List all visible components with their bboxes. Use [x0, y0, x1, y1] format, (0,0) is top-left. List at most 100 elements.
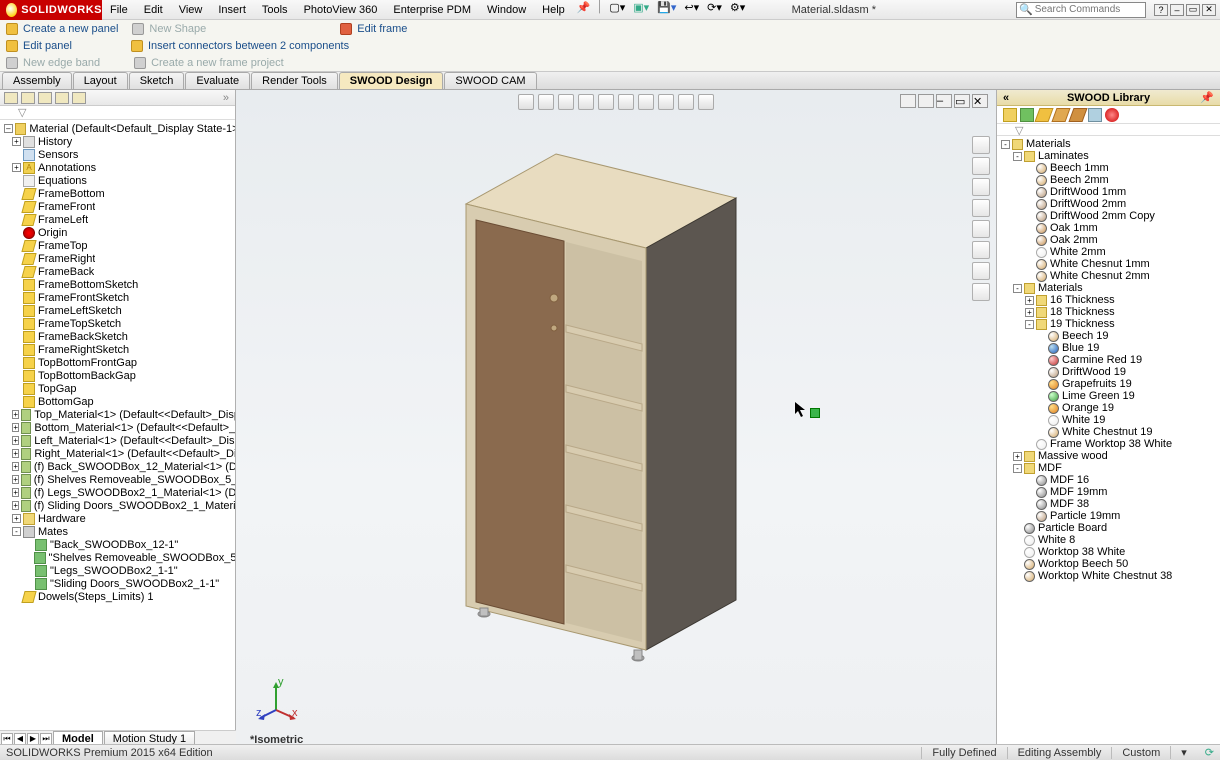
menu-edit[interactable]: Edit	[136, 1, 171, 19]
menu-tools[interactable]: Tools	[254, 1, 296, 19]
menu-window[interactable]: Window	[479, 1, 534, 19]
zoom-area-icon[interactable]	[538, 94, 554, 110]
prev-view-icon[interactable]	[558, 94, 574, 110]
lib-item[interactable]: White 8	[999, 534, 1220, 546]
fm-tab-3[interactable]	[38, 92, 52, 104]
display-style-icon[interactable]	[618, 94, 634, 110]
pin-icon[interactable]: 📌	[1200, 91, 1214, 104]
qa-print-icon[interactable]: ↩▾	[680, 1, 703, 19]
expand-icon[interactable]: +	[12, 475, 19, 484]
tree-item[interactable]: FrameFrontSketch	[2, 291, 235, 304]
tree-item[interactable]: FrameRightSketch	[2, 343, 235, 356]
tree-item[interactable]: "Sliding Doors_SWOODBox2_1-1"	[2, 577, 235, 590]
scene-icon[interactable]	[678, 94, 694, 110]
tree-item[interactable]: +Right_Material<1> (Default<<Default>_Di…	[2, 447, 235, 460]
tp-swood-icon[interactable]	[972, 262, 990, 280]
expand-icon[interactable]: +	[12, 514, 21, 523]
expand-icon[interactable]: –	[4, 124, 13, 133]
lib-item[interactable]: -Materials	[999, 138, 1220, 150]
tree-item[interactable]: BottomGap	[2, 395, 235, 408]
menu-epdm[interactable]: Enterprise PDM	[385, 1, 479, 19]
status-custom[interactable]: Custom	[1111, 747, 1170, 759]
lib-filter[interactable]: ▽	[997, 124, 1220, 136]
graphics-viewport[interactable]: – ▭ ✕	[236, 90, 996, 756]
expand-icon[interactable]: +	[12, 410, 19, 419]
tp-view-palette-icon[interactable]	[972, 199, 990, 217]
tree-item[interactable]: +Bottom_Material<1> (Default<<Default>_D…	[2, 421, 235, 434]
insert-connectors-button[interactable]: Insert connectors between 2 components	[131, 40, 349, 52]
restore-button[interactable]: ▭	[1186, 4, 1200, 16]
tree-item[interactable]: Sensors	[2, 148, 235, 161]
tp-appearances-icon[interactable]	[972, 220, 990, 238]
collapse-arrow-icon[interactable]: «	[1003, 92, 1009, 104]
lib-item[interactable]: Blue 19	[999, 342, 1220, 354]
section-view-icon[interactable]	[578, 94, 594, 110]
tree-item[interactable]: +(f) Sliding Doors_SWOODBox2_1_Material<…	[2, 499, 235, 512]
lib-item[interactable]: White Chesnut 2mm	[999, 270, 1220, 282]
lib-item[interactable]: -Laminates	[999, 150, 1220, 162]
lib-item[interactable]: Beech 19	[999, 330, 1220, 342]
lib-item[interactable]: Worktop 38 White	[999, 546, 1220, 558]
vp-btn-1[interactable]	[900, 94, 916, 108]
lib-item[interactable]: Oak 1mm	[999, 222, 1220, 234]
swood-library-tree[interactable]: -Materials-LaminatesBeech 1mmBeech 2mmDr…	[997, 136, 1220, 756]
tab-layout[interactable]: Layout	[73, 72, 128, 89]
lib-item[interactable]: DriftWood 19	[999, 366, 1220, 378]
view-orient-icon[interactable]	[598, 94, 614, 110]
tp-forum-icon[interactable]	[972, 283, 990, 301]
lib-item[interactable]: Carmine Red 19	[999, 354, 1220, 366]
tree-item[interactable]: Equations	[2, 174, 235, 187]
bt-nav-first[interactable]: ⏮	[1, 733, 13, 745]
tree-item[interactable]: FrameFront	[2, 200, 235, 213]
lib-item[interactable]: -19 Thickness	[999, 318, 1220, 330]
tab-swood-design[interactable]: SWOOD Design	[339, 72, 444, 89]
new-shape-button[interactable]: New Shape	[132, 23, 206, 35]
fm-tab-1[interactable]	[4, 92, 18, 104]
lib-item[interactable]: Grapefruits 19	[999, 378, 1220, 390]
lib-item[interactable]: White Chesnut 1mm	[999, 258, 1220, 270]
edit-panel-button[interactable]: Edit panel	[6, 40, 72, 52]
lib-item[interactable]: -MDF	[999, 462, 1220, 474]
tree-item[interactable]: TopGap	[2, 382, 235, 395]
menu-photoview[interactable]: PhotoView 360	[296, 1, 386, 19]
status-rebuild-icon[interactable]: ⟳	[1197, 746, 1214, 759]
tree-item[interactable]: +(f) Shelves Removeable_SWOODBox_5_Mater…	[2, 473, 235, 486]
tree-item[interactable]: TopBottomFrontGap	[2, 356, 235, 369]
feature-filter[interactable]: ▽	[0, 106, 235, 120]
bt-nav-prev[interactable]: ◀	[14, 733, 26, 745]
bt-nav-next[interactable]: ▶	[27, 733, 39, 745]
minimize-button[interactable]: –	[1170, 4, 1184, 16]
tp-custom-props-icon[interactable]	[972, 241, 990, 259]
vp-min[interactable]: –	[936, 94, 952, 108]
lib-item[interactable]: MDF 19mm	[999, 486, 1220, 498]
expand-icon[interactable]: -	[1013, 284, 1022, 293]
tree-item[interactable]: FrameBottomSketch	[2, 278, 235, 291]
lib-item[interactable]: Oak 2mm	[999, 234, 1220, 246]
lib-item[interactable]: Worktop Beech 50	[999, 558, 1220, 570]
tree-item[interactable]: FrameLeft	[2, 213, 235, 226]
expand-icon[interactable]: +	[12, 462, 19, 471]
close-button[interactable]: ✕	[1202, 4, 1216, 16]
qa-new-icon[interactable]: ▢▾	[605, 1, 629, 19]
tree-item[interactable]: FrameRight	[2, 252, 235, 265]
lib-icon-1[interactable]	[1003, 108, 1017, 122]
tree-item[interactable]: FrameTop	[2, 239, 235, 252]
tree-item[interactable]: FrameBackSketch	[2, 330, 235, 343]
menu-help[interactable]: Help	[534, 1, 573, 19]
lib-item[interactable]: DriftWood 2mm	[999, 198, 1220, 210]
expand-icon[interactable]: +	[12, 423, 19, 432]
lib-item[interactable]: Particle 19mm	[999, 510, 1220, 522]
create-panel-button[interactable]: Create a new panel	[6, 23, 118, 35]
lib-item[interactable]: Frame Worktop 38 White	[999, 438, 1220, 450]
help-button[interactable]: ?	[1154, 4, 1168, 16]
lib-icon-7[interactable]	[1105, 108, 1119, 122]
search-input[interactable]	[1035, 4, 1145, 15]
fm-tab-4[interactable]	[55, 92, 69, 104]
menu-view[interactable]: View	[171, 1, 211, 19]
new-edge-band-button[interactable]: New edge band	[6, 57, 100, 69]
vp-close[interactable]: ✕	[972, 94, 988, 108]
expand-icon[interactable]: +	[12, 488, 19, 497]
expand-icon[interactable]: -	[1025, 320, 1034, 329]
expand-icon[interactable]: +	[1025, 308, 1034, 317]
lib-item[interactable]: Lime Green 19	[999, 390, 1220, 402]
